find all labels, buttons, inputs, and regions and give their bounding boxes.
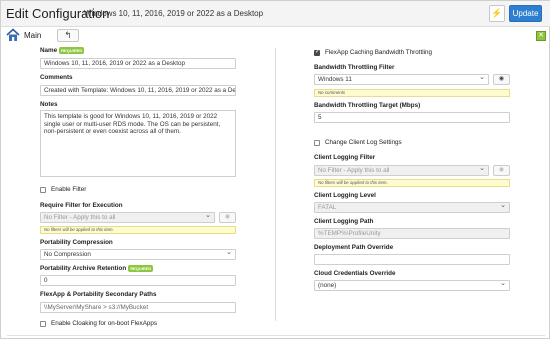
- name-label: Name REQUIRED: [40, 47, 85, 55]
- bandwidth-throttling-label: FlexApp Caching Bandwidth Throttling: [325, 49, 432, 56]
- throttling-filter-note: No comments: [314, 89, 510, 97]
- client-logging-path-input[interactable]: %TEMP%\ProfileUnity: [314, 228, 510, 239]
- cloaking-checkbox[interactable]: [40, 321, 46, 327]
- require-filter-label: Require Filter for Execution: [40, 202, 123, 209]
- edit-configuration-window: Edit Configuration Windows 10, 11, 2016,…: [0, 0, 550, 339]
- client-logging-level-label: Client Logging Level: [314, 192, 376, 199]
- footer-divider: [7, 335, 545, 336]
- notes-label: Notes: [40, 101, 58, 108]
- cloud-credentials-select[interactable]: (none): [314, 280, 510, 291]
- name-input[interactable]: Windows 10, 11, 2016, 2019 or 2022 as a …: [40, 58, 236, 69]
- secondary-paths-label: FlexApp & Portability Secondary Paths: [40, 291, 157, 298]
- page-subtitle: Windows 10, 11, 2016, 2019 or 2022 as a …: [84, 9, 264, 18]
- eye-icon[interactable]: ◉: [493, 165, 510, 176]
- client-log-settings-label: Change Client Log Settings: [325, 139, 402, 146]
- bolt-icon[interactable]: ⚡: [489, 5, 505, 22]
- deployment-path-label: Deployment Path Override: [314, 244, 394, 251]
- cloud-credentials-label: Cloud Credentials Override: [314, 270, 396, 277]
- client-logging-filter-select[interactable]: No Filter - Apply this to all: [314, 165, 489, 176]
- bandwidth-throttling-checkbox[interactable]: [314, 48, 320, 56]
- archive-retention-input[interactable]: 0: [40, 275, 236, 286]
- portability-compression-select[interactable]: No Compression: [40, 249, 236, 260]
- throttling-target-input[interactable]: 5: [314, 112, 510, 123]
- home-icon[interactable]: [6, 28, 20, 42]
- client-log-settings-checkbox[interactable]: [314, 140, 320, 146]
- client-logging-level-select[interactable]: FATAL: [314, 202, 510, 213]
- client-logging-filter-note: No filters will be applied to this item.: [314, 179, 510, 187]
- settings-grid-icon[interactable]: ✕: [536, 31, 546, 41]
- required-badge: REQUIRED: [128, 265, 154, 272]
- column-divider: [275, 48, 276, 321]
- enable-filter-checkbox[interactable]: [40, 187, 46, 193]
- notes-textarea[interactable]: This template is good for Windows 10, 11…: [40, 110, 236, 177]
- section-toolbar: Main ↰ ✕: [1, 28, 550, 45]
- portability-compression-label: Portability Compression: [40, 239, 113, 246]
- eye-icon[interactable]: ◉: [219, 212, 236, 223]
- require-filter-select[interactable]: No Filter - Apply this to all: [40, 212, 215, 223]
- comments-input[interactable]: Created with Template: Windows 10, 11, 2…: [40, 85, 236, 96]
- throttling-filter-select[interactable]: Windows 11: [314, 74, 489, 85]
- back-button[interactable]: ↰: [57, 29, 79, 42]
- client-logging-path-label: Client Logging Path: [314, 218, 374, 225]
- throttling-target-label: Bandwidth Throttling Target (Mbps): [314, 102, 421, 109]
- throttling-filter-label: Bandwidth Throttling Filter: [314, 64, 395, 71]
- main-section-label: Main: [24, 31, 42, 40]
- archive-retention-label: Portability Archive Retention REQUIRED: [40, 265, 154, 273]
- page-header: Edit Configuration Windows 10, 11, 2016,…: [1, 1, 550, 27]
- require-filter-note: No filters will be applied to this item.: [40, 226, 236, 234]
- secondary-paths-input[interactable]: \\MyServer\MyShare > s3://MyBucket: [40, 302, 236, 313]
- client-logging-filter-label: Client Logging Filter: [314, 154, 376, 161]
- update-button[interactable]: Update: [509, 5, 542, 22]
- required-badge: REQUIRED: [59, 47, 85, 54]
- eye-icon[interactable]: ◉: [493, 74, 510, 85]
- comments-label: Comments: [40, 74, 73, 81]
- deployment-path-input[interactable]: [314, 254, 510, 265]
- enable-filter-label: Enable Filter: [51, 186, 87, 193]
- cloaking-label: Enable Cloaking for on-boot FlexApps: [51, 320, 158, 327]
